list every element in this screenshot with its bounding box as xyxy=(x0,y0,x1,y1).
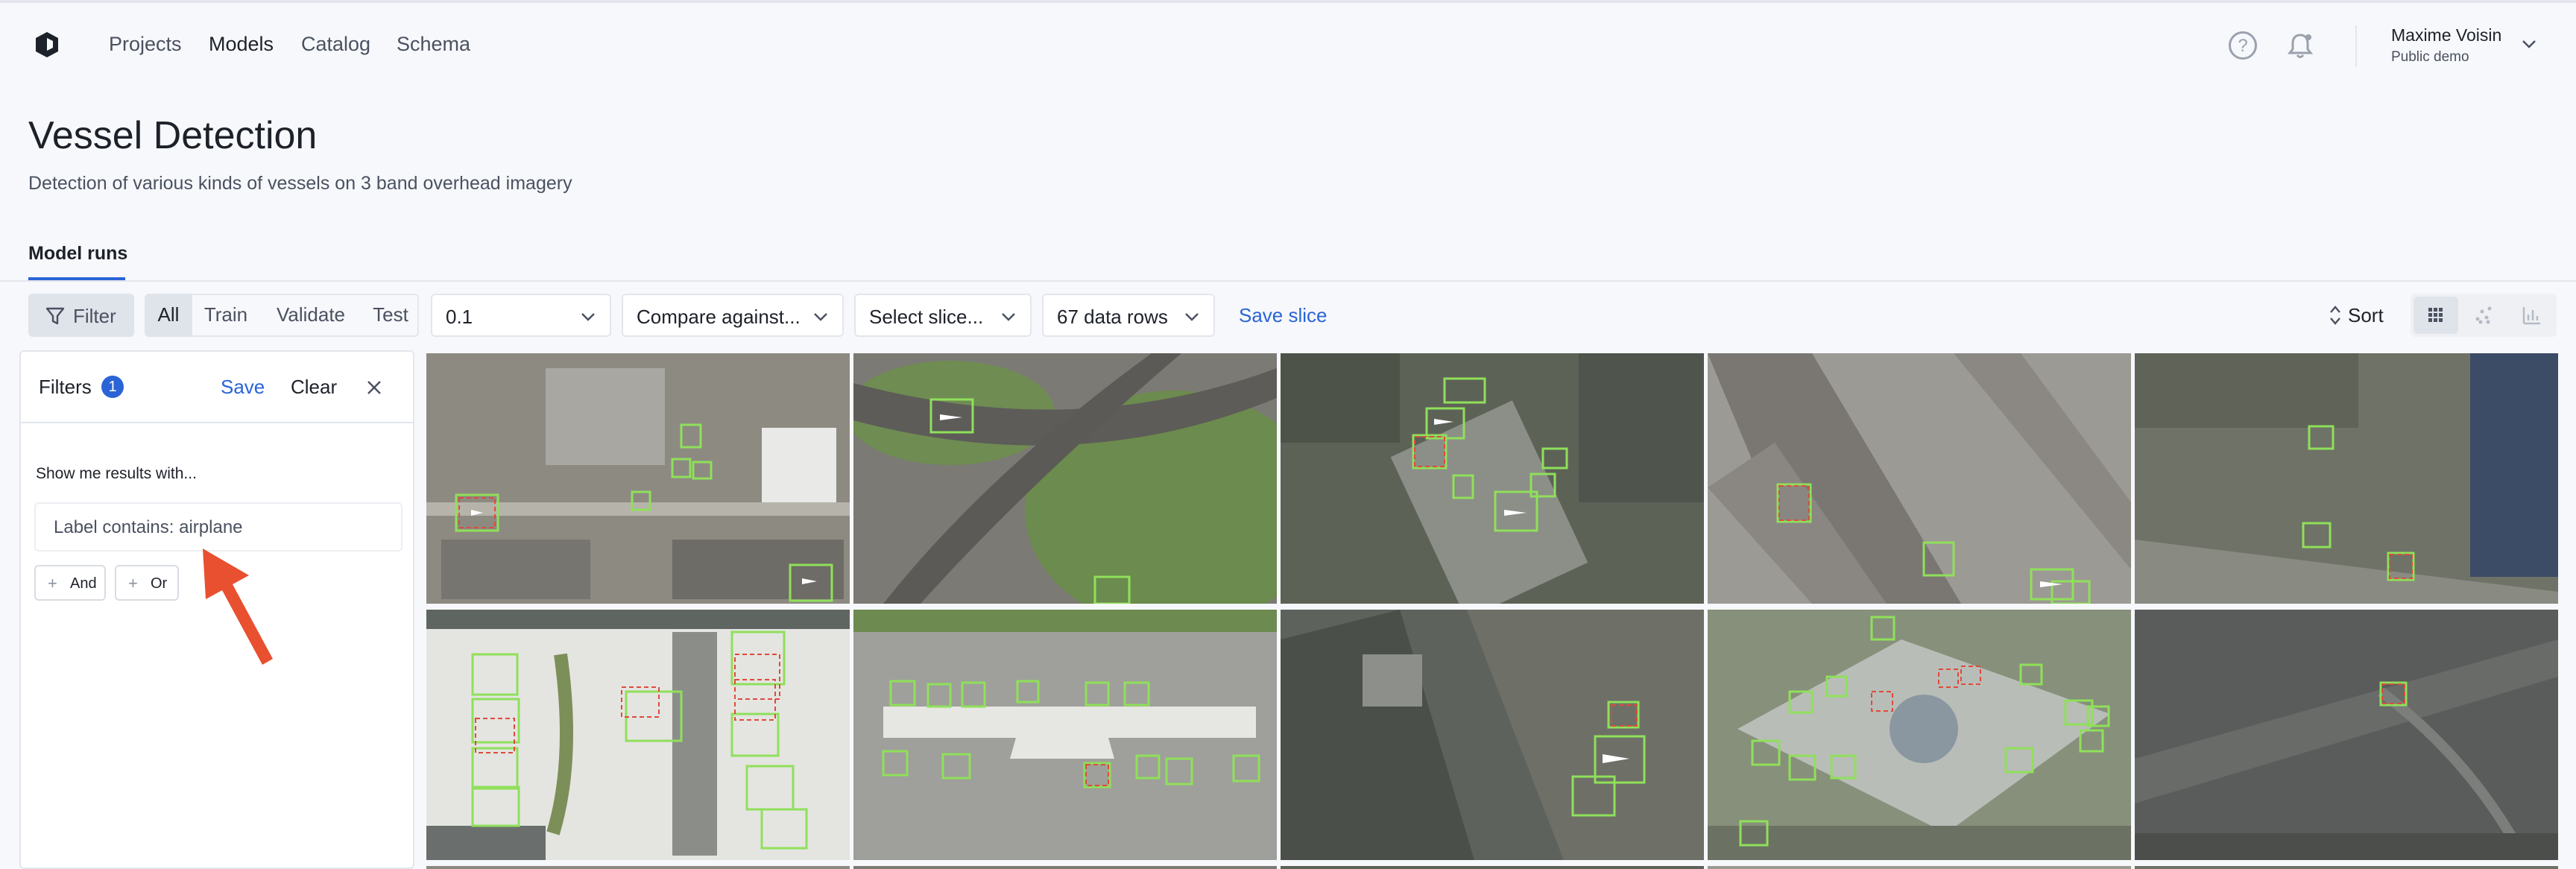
filter-button[interactable]: Filter xyxy=(28,294,134,337)
chevron-down-icon xyxy=(581,313,595,321)
user-workspace: Public demo xyxy=(2391,49,2469,65)
view-toggle-group xyxy=(2411,294,2557,337)
bar-chart-icon xyxy=(2522,307,2540,325)
aerial-image xyxy=(1708,353,2131,604)
aerial-image xyxy=(853,610,1277,860)
nav-projects[interactable]: Projects xyxy=(109,33,182,56)
image-tile[interactable] xyxy=(1281,610,1704,860)
nav-schema[interactable]: Schema xyxy=(397,33,470,56)
image-tile[interactable] xyxy=(426,610,850,860)
help-icon[interactable]: ? xyxy=(2229,31,2257,60)
filters-divider xyxy=(21,422,413,423)
aerial-image xyxy=(2135,353,2558,604)
top-nav: Projects Models Catalog Schema ? Maxime … xyxy=(0,3,2576,85)
plus-icon: + xyxy=(128,574,138,592)
slice-dropdown[interactable]: Select slice... xyxy=(854,294,1032,337)
image-tile[interactable] xyxy=(1281,866,1704,869)
chevron-down-icon xyxy=(814,313,827,321)
chevron-down-icon[interactable] xyxy=(2521,36,2537,52)
image-tile[interactable] xyxy=(1708,353,2131,604)
image-tile[interactable] xyxy=(2135,866,2558,869)
image-tile[interactable] xyxy=(426,866,850,869)
data-rows-value: 67 data rows xyxy=(1057,306,1168,328)
toolbar: Filter All Train Validate Test 0.1 Compa… xyxy=(0,282,2576,344)
add-and-label: And xyxy=(70,575,97,592)
scatter-icon xyxy=(2475,306,2492,324)
image-tile[interactable] xyxy=(1708,866,2131,869)
filter-condition-label: Label contains: airplane xyxy=(54,517,243,537)
image-tile[interactable] xyxy=(1708,610,2131,860)
compare-dropdown[interactable]: Compare against... xyxy=(622,294,844,337)
page-title: Vessel Detection xyxy=(28,114,318,157)
nav-catalog[interactable]: Catalog xyxy=(301,33,370,56)
aerial-image xyxy=(426,610,850,860)
add-and-button[interactable]: + And xyxy=(34,565,106,601)
compare-value: Compare against... xyxy=(637,306,801,328)
scatter-view-button[interactable] xyxy=(2461,297,2506,334)
plus-icon: + xyxy=(48,574,57,592)
segment-validate[interactable]: Validate xyxy=(259,294,362,337)
chevron-down-icon xyxy=(1185,313,1199,321)
filters-count-badge: 1 xyxy=(101,376,124,398)
annotation-arrow-icon xyxy=(203,549,273,665)
segment-test[interactable]: Test xyxy=(362,294,419,337)
aerial-image xyxy=(1281,353,1704,604)
filters-clear-button[interactable]: Clear xyxy=(291,376,337,399)
grid-icon xyxy=(2428,308,2443,322)
filters-instructions: Show me results with... xyxy=(36,465,197,482)
image-tile[interactable] xyxy=(853,353,1277,604)
sort-icon[interactable] xyxy=(2329,304,2342,326)
close-icon[interactable] xyxy=(365,379,383,396)
add-or-label: Or xyxy=(151,575,168,592)
image-tile[interactable] xyxy=(853,866,1277,869)
logo-icon[interactable] xyxy=(34,31,60,58)
threshold-dropdown[interactable]: 0.1 xyxy=(431,294,611,337)
aerial-image xyxy=(426,353,850,604)
image-tile[interactable] xyxy=(853,610,1277,860)
image-tile[interactable] xyxy=(2135,610,2558,860)
nav-separator xyxy=(2355,25,2357,67)
bell-icon[interactable] xyxy=(2285,31,2315,60)
aerial-image xyxy=(1708,610,2131,860)
user-name[interactable]: Maxime Voisin xyxy=(2391,25,2501,45)
sort-button[interactable]: Sort xyxy=(2348,304,2384,327)
image-tile[interactable] xyxy=(426,353,850,604)
image-tile[interactable] xyxy=(2135,353,2558,604)
image-tile[interactable] xyxy=(1281,353,1704,604)
threshold-value: 0.1 xyxy=(446,306,473,328)
aerial-image xyxy=(2135,610,2558,860)
filter-button-label: Filter xyxy=(73,305,116,327)
aerial-image xyxy=(1281,610,1704,860)
image-grid xyxy=(426,353,2558,869)
save-slice-link[interactable]: Save slice xyxy=(1239,304,1328,327)
segment-train[interactable]: Train xyxy=(192,294,259,337)
tab-model-runs[interactable]: Model runs xyxy=(28,243,127,265)
filter-condition[interactable]: Label contains: airplane xyxy=(34,502,402,552)
data-rows-dropdown[interactable]: 67 data rows xyxy=(1042,294,1215,337)
add-or-button[interactable]: + Or xyxy=(115,565,179,601)
chart-view-button[interactable] xyxy=(2509,297,2554,334)
nav-models[interactable]: Models xyxy=(209,33,274,56)
filters-title: Filters xyxy=(39,376,92,398)
chevron-down-icon xyxy=(1002,313,1015,321)
segment-all[interactable]: All xyxy=(145,294,192,337)
funnel-icon xyxy=(45,307,65,325)
grid-view-button[interactable] xyxy=(2414,297,2458,334)
slice-value: Select slice... xyxy=(869,306,984,328)
aerial-image xyxy=(853,353,1277,604)
filters-save-button[interactable]: Save xyxy=(221,376,265,399)
page-description: Detection of various kinds of vessels on… xyxy=(28,173,572,194)
